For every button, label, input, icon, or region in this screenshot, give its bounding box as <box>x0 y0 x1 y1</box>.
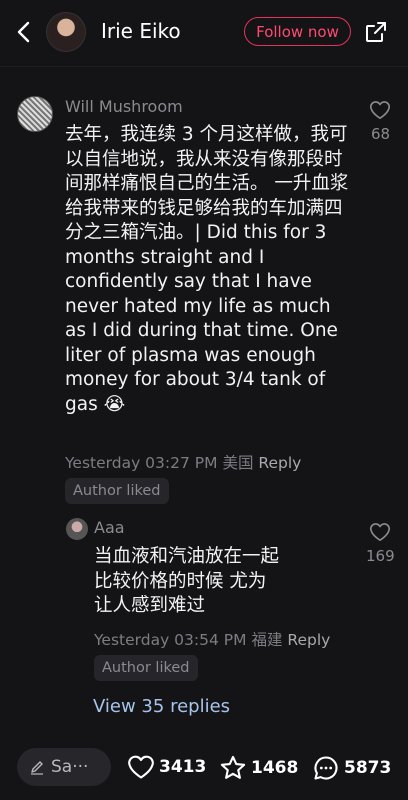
reply-like-heart-icon[interactable] <box>369 522 391 542</box>
comment-like-count: 68 <box>371 125 391 143</box>
comment-count: 5873 <box>344 758 392 778</box>
header-divider <box>0 66 408 67</box>
bottom-action-bar: Sa··· 3413 1468 5873 <box>0 740 408 800</box>
reply-author-liked-badge: Author liked <box>94 655 198 681</box>
replier-name[interactable]: Aaa <box>94 518 125 537</box>
comment-text: 去年，我连续 3 个月这样做，我可以自信地说，我从来没有像那段时间那样痛恨自己的… <box>65 123 357 417</box>
reply-location: 福建 <box>251 631 283 649</box>
reply-time: Yesterday 03:54 PM <box>94 631 247 649</box>
author-liked-badge: Author liked <box>65 478 169 504</box>
share-icon[interactable] <box>364 20 388 44</box>
comment-body: 去年，我连续 3 个月这样做，我可以自信地说，我从来没有像那段时间那样痛恨自己的… <box>65 124 349 415</box>
back-arrow-icon[interactable] <box>12 18 36 46</box>
reply-like-count: 169 <box>366 547 395 565</box>
heart-icon <box>128 755 154 779</box>
favorite-button[interactable]: 1468 <box>219 754 298 782</box>
comment-like-heart-icon[interactable] <box>369 100 391 120</box>
comment-meta: Yesterday 03:27 PM 美国 Reply <box>65 451 301 473</box>
reply-meta: Yesterday 03:54 PM 福建 Reply <box>94 628 330 650</box>
pencil-icon <box>31 761 43 775</box>
crying-emoji: 😭 <box>103 393 126 415</box>
reply-reply-button[interactable]: Reply <box>287 631 330 649</box>
replier-avatar[interactable] <box>66 518 88 540</box>
comment-reply-button[interactable]: Reply <box>258 454 301 472</box>
like-button[interactable]: 3413 <box>127 754 206 780</box>
comment-time: Yesterday 03:27 PM <box>65 454 218 472</box>
reply-text: 当血液和汽油放在一起比较价格的时候 尤为让人感到难过 <box>94 546 280 616</box>
comment-bubble-icon <box>314 756 338 780</box>
say-something-input[interactable]: Sa··· <box>17 748 111 786</box>
say-placeholder: Sa··· <box>51 757 89 777</box>
commenter-name[interactable]: Will Mushroom <box>65 97 183 116</box>
view-replies-link[interactable]: View 35 replies <box>93 696 230 717</box>
author-avatar[interactable] <box>46 12 86 52</box>
page-title[interactable]: Irie Eiko <box>101 19 181 43</box>
commenter-avatar[interactable] <box>17 96 53 132</box>
comments-button[interactable]: 5873 <box>312 754 391 782</box>
star-icon <box>220 755 246 779</box>
follow-button[interactable]: Follow now <box>244 17 351 46</box>
top-bar: Irie Eiko Follow now <box>0 0 408 64</box>
like-count: 3413 <box>159 757 207 777</box>
favorite-count: 1468 <box>251 758 299 778</box>
comment-location: 美国 <box>222 454 254 472</box>
